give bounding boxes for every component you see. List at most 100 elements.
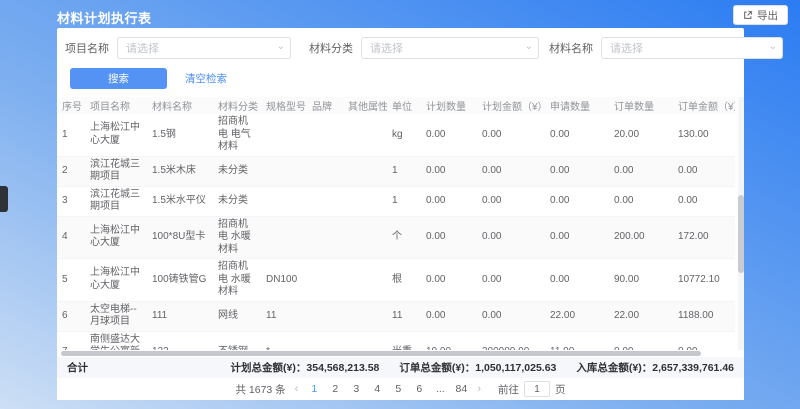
goto-page-input[interactable] [524,381,550,397]
column-header: 项目名称 [85,97,147,114]
column-header: 订单数量 [609,97,673,114]
material-name-select[interactable]: 请选择 ⌄ [601,37,783,59]
table-cell [307,301,343,331]
table-cell: 0.00 [421,114,477,156]
table-cell: 90.00 [609,259,673,302]
inbound-total: 入库总金额(¥)： 2,657,339,761.46 [576,360,734,375]
table-cell: 0.00 [545,259,609,302]
table-cell: 3 [57,186,85,216]
table-cell: 0.00 [477,216,545,259]
table-cell: 11 [261,301,307,331]
page-unit-label: 页 [555,382,566,397]
export-button[interactable]: 导出 [733,5,788,25]
table-cell: 10772.10 [673,259,735,302]
table-cell: 200.00 [609,216,673,259]
table-cell: DN100 [261,259,307,302]
table-cell: 1 [387,186,421,216]
filter-project: 项目名称 请选择 ⌄ [65,37,309,59]
pagination-bar: 共 1673 条 ‹ 123456...84 › 前往 页 [57,378,744,400]
table-cell: 100*8U型卡 [147,216,213,259]
search-button[interactable]: 搜索 [70,68,167,89]
table-cell: 11 [387,301,421,331]
table-row[interactable]: 5上海松江中心大厦100铸铁管G招商机电 水暖材料DN100根0.000.000… [57,259,735,302]
table-cell: 0.00 [477,259,545,302]
plan-total-value: 354,568,213.58 [306,362,379,374]
page-number-5[interactable]: 5 [391,383,405,395]
page-number-6[interactable]: 6 [412,383,426,395]
order-total-value: 1,050,117,025.63 [475,362,556,374]
table-cell: 0.00 [421,259,477,302]
plan-total-label: 计划总金额(¥)： [231,360,307,375]
table-cell: 0.00 [673,186,735,216]
table-cell [307,186,343,216]
table-cell: * [261,331,307,350]
table-cell: 1.5米木床 [147,156,213,186]
table-cell: 130.00 [673,114,735,156]
table-cell [307,114,343,156]
table-cell: 根 [387,259,421,302]
clear-search-link[interactable]: 清空检索 [185,71,227,86]
table-cell: 0.00 [477,186,545,216]
table-row[interactable]: 6太空电梯--月球项目111网线11110.000.0022.0022.0011… [57,301,735,331]
pagination-total: 共 1673 条 [235,382,285,397]
table-cell: 招商机电 水暖材料 [213,216,261,259]
material-plan-table: 序号项目名称材料名称材料分类规格型号品牌其他属性单位计划数量计划金额（¥）申请数… [57,97,735,350]
horizontal-scrollbar-track[interactable] [57,350,744,357]
filter-category: 材料分类 请选择 ⌄ [309,37,549,59]
project-name-select[interactable]: 请选择 ⌄ [117,37,291,59]
table-cell [343,186,387,216]
table-row[interactable]: 2滨江花城三期项目1.5米木床未分类10.000.000.000.000.00 [57,156,735,186]
page-number-3[interactable]: 3 [349,383,363,395]
table-cell: 滨江花城三期项目 [85,156,147,186]
table-cell: 南侧盛达大学生公寓新建 [85,331,147,350]
order-total-label: 订单总金额(¥)： [399,360,475,375]
table-cell: 5 [57,259,85,302]
drawer-handle[interactable] [0,186,8,212]
filter-bar: 项目名称 请选择 ⌄ 材料分类 请选择 ⌄ 材料名称 请选择 ⌄ [57,28,744,59]
page-number-84[interactable]: 84 [454,383,468,395]
table-cell: 0.00 [477,301,545,331]
table-cell: 0.00 [673,156,735,186]
table-row[interactable]: 4上海松江中心大厦100*8U型卡招商机电 水暖材料个0.000.000.002… [57,216,735,259]
material-category-select[interactable]: 请选择 ⌄ [361,37,539,59]
table-cell: 0.00 [477,156,545,186]
vertical-scrollbar-thumb[interactable] [738,195,744,273]
table-cell [307,216,343,259]
table-cell: 0.00 [421,301,477,331]
totals-group: 计划总金额(¥)： 354,568,213.58 订单总金额(¥)： 1,050… [231,360,744,375]
table-cell [261,114,307,156]
table-cell: 0.00 [421,186,477,216]
table-cell [261,216,307,259]
column-header: 材料名称 [147,97,213,114]
horizontal-scrollbar-thumb[interactable] [61,351,701,356]
table-row[interactable]: 1上海松江中心大厦1.5钢招商机电 电气材料kg0.000.000.0020.0… [57,114,735,156]
table-cell: 4 [57,216,85,259]
column-header: 计划金额（¥） [477,97,545,114]
table-row[interactable]: 3滨江花城三期项目1.5米水平仪未分类10.000.000.000.000.00 [57,186,735,216]
plan-total: 计划总金额(¥)： 354,568,213.58 [231,360,380,375]
prev-page-arrow[interactable]: ‹ [293,383,301,395]
table-cell: 0.00 [545,186,609,216]
table-cell: 上海松江中心大厦 [85,216,147,259]
table-cell: 个 [387,216,421,259]
order-total: 订单总金额(¥)： 1,050,117,025.63 [399,360,556,375]
export-label: 导出 [757,8,778,23]
table-cell [343,114,387,156]
table-cell: 0.00 [545,156,609,186]
table-cell [343,331,387,350]
table-cell: 123 [147,331,213,350]
summary-row: 合计 计划总金额(¥)： 354,568,213.58 订单总金额(¥)： 1,… [57,357,744,378]
chevron-down-icon: ⌄ [277,42,285,52]
table-cell: kg [387,114,421,156]
column-header: 计划数量 [421,97,477,114]
column-header: 规格型号 [261,97,307,114]
table-row[interactable]: 7南侧盛达大学生公寓新建123不锈钢*米重10.00200000.0011.00… [57,331,735,350]
vertical-scrollbar-track[interactable] [738,97,744,350]
page-number-1[interactable]: 1 [307,383,321,395]
page-number-4[interactable]: 4 [370,383,384,395]
table-cell: 未分类 [213,186,261,216]
next-page-arrow[interactable]: › [475,383,483,395]
table-cell: 未分类 [213,156,261,186]
table-cell: 1.5钢 [147,114,213,156]
page-number-2[interactable]: 2 [328,383,342,395]
